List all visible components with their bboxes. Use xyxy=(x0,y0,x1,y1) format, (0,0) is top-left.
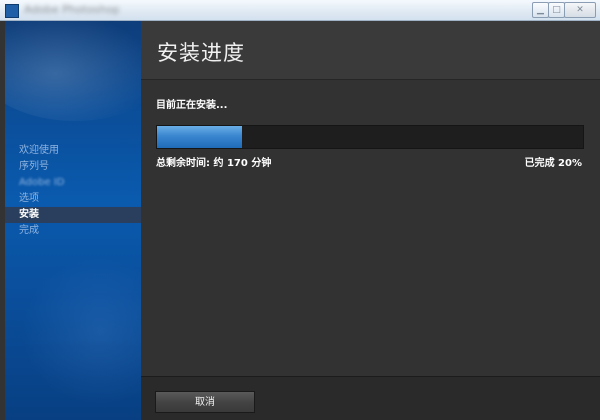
sidebar-item-options: 选项 xyxy=(19,193,39,204)
sidebar-decoration xyxy=(5,21,141,121)
percent-complete-text: 已完成 20% xyxy=(524,158,582,169)
sidebar: 欢迎使用 序列号 Adobe ID 选项 安装 完成 xyxy=(5,21,141,420)
title-bar[interactable]: Adobe Photoshop CS5 ▁ □ ✕ xyxy=(0,0,600,21)
footer-bar: 取消 xyxy=(141,376,600,420)
progress-bar xyxy=(156,125,584,149)
close-button[interactable]: ✕ xyxy=(564,2,596,18)
install-status-text: 目前正在安装... xyxy=(156,100,228,111)
installer-window: Adobe Photoshop CS5 ▁ □ ✕ 欢迎使用 序列号 Adobe… xyxy=(0,0,600,420)
maximize-button[interactable]: □ xyxy=(548,2,565,18)
window-title: Adobe Photoshop CS5 xyxy=(24,3,119,15)
progress-panel: 目前正在安装... 总剩余时间: 约 170 分钟 已完成 20% xyxy=(141,80,600,376)
app-icon xyxy=(5,4,19,18)
step-list: 欢迎使用 序列号 Adobe ID 选项 安装 完成 xyxy=(5,143,141,239)
sidebar-decoration-lower xyxy=(15,251,141,411)
sidebar-item-welcome: 欢迎使用 xyxy=(19,145,59,156)
minimize-button[interactable]: ▁ xyxy=(532,2,549,18)
sidebar-item-adobe-id: Adobe ID xyxy=(19,177,65,188)
sidebar-item-serial: 序列号 xyxy=(19,161,49,172)
minimize-icon: ▁ xyxy=(537,5,544,15)
sidebar-item-finish: 完成 xyxy=(19,225,39,236)
maximize-icon: □ xyxy=(552,5,561,15)
progress-bar-fill xyxy=(157,126,243,148)
cancel-button[interactable]: 取消 xyxy=(155,391,255,413)
time-remaining-text: 总剩余时间: 约 170 分钟 xyxy=(156,158,272,169)
close-icon: ✕ xyxy=(576,5,584,15)
page-header: 安装进度 xyxy=(141,21,600,80)
sidebar-item-install: 安装 xyxy=(5,207,141,223)
page-title: 安装进度 xyxy=(157,41,245,65)
